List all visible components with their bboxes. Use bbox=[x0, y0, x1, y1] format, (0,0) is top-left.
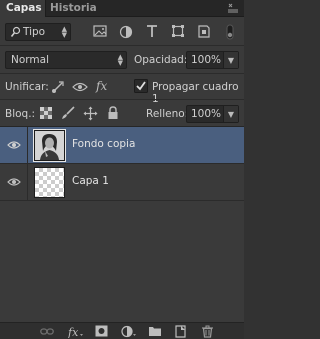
divider bbox=[0, 45, 244, 46]
lock-position-icon[interactable] bbox=[83, 106, 99, 122]
filter-row: Tipo ▲ ▼ bbox=[0, 22, 244, 42]
layer-row[interactable]: Fondo copia bbox=[0, 127, 244, 164]
filter-toggle-icon[interactable] bbox=[224, 24, 240, 40]
filter-kind-value: Tipo bbox=[23, 26, 46, 38]
divider bbox=[0, 99, 244, 100]
blend-mode-value: Normal bbox=[11, 54, 49, 66]
layer-name[interactable]: Fondo copia bbox=[72, 138, 135, 150]
opacity-value: 100% bbox=[191, 54, 222, 66]
svg-text:fx: fx bbox=[95, 79, 107, 93]
fill-value: 100% bbox=[191, 108, 222, 120]
shape-layer-filter-icon[interactable] bbox=[171, 24, 187, 40]
eye-icon bbox=[7, 138, 21, 152]
fill-dropdown-button[interactable]: ▼ bbox=[223, 106, 238, 122]
propagate-frame-checkbox[interactable] bbox=[134, 79, 150, 95]
opacity-label: Opacidad: bbox=[134, 54, 188, 66]
lock-label: Bloq.: bbox=[5, 108, 36, 120]
fill-label: Relleno: bbox=[146, 108, 189, 120]
propagate-frame-label: Propagar cuadro 1 bbox=[152, 81, 239, 105]
layers-list: Fondo copia Capa 1 bbox=[0, 126, 244, 324]
lock-transparent-pixels-icon[interactable] bbox=[40, 107, 56, 123]
tab-layers[interactable]: Capas bbox=[0, 0, 46, 17]
lock-row: Bloq.: Relleno: 100% ▼ bbox=[0, 104, 244, 124]
divider bbox=[0, 73, 244, 74]
unify-style-fx-icon[interactable]: fx bbox=[95, 78, 111, 94]
search-icon bbox=[10, 26, 21, 41]
visibility-toggle[interactable] bbox=[0, 164, 28, 201]
new-group-folder-icon[interactable] bbox=[148, 325, 161, 338]
add-layer-mask-icon[interactable] bbox=[95, 325, 108, 338]
fill-input[interactable]: 100% ▼ bbox=[186, 105, 239, 123]
layer-name[interactable]: Capa 1 bbox=[72, 175, 109, 187]
panel-menu-icon[interactable] bbox=[226, 1, 240, 15]
lock-image-pixels-icon[interactable] bbox=[61, 106, 77, 122]
layers-panel-body: Tipo ▲ ▼ Normal ▲ ▼ Opacidad: 100% ▼ Uni… bbox=[0, 17, 244, 339]
opacity-dropdown-button[interactable]: ▼ bbox=[223, 52, 238, 68]
type-layer-filter-icon[interactable] bbox=[145, 24, 161, 40]
blend-row: Normal ▲ ▼ Opacidad: 100% ▼ bbox=[0, 50, 244, 70]
new-adjustment-layer-icon[interactable] bbox=[121, 325, 136, 338]
opacity-input[interactable]: 100% ▼ bbox=[186, 51, 239, 69]
eye-icon bbox=[7, 175, 21, 189]
updown-arrows-icon: ▲ ▼ bbox=[61, 25, 67, 39]
layers-footer-toolbar: fx bbox=[0, 322, 244, 339]
tab-history[interactable]: Historia bbox=[50, 0, 97, 17]
updown-arrows-icon: ▲ ▼ bbox=[117, 53, 123, 67]
panel-tab-bar: Capas Historia bbox=[0, 0, 244, 17]
new-layer-icon[interactable] bbox=[174, 325, 187, 338]
link-layers-icon[interactable] bbox=[40, 325, 54, 338]
portrait-thumbnail-image bbox=[35, 131, 64, 160]
layer-thumbnail bbox=[33, 129, 66, 162]
layer-thumbnail bbox=[34, 167, 65, 198]
adjustment-layer-filter-icon[interactable] bbox=[119, 25, 135, 41]
delete-layer-trash-icon[interactable] bbox=[201, 325, 214, 338]
smart-object-filter-icon[interactable] bbox=[197, 25, 213, 41]
blend-mode-select[interactable]: Normal ▲ ▼ bbox=[5, 51, 127, 69]
unify-visibility-icon[interactable] bbox=[72, 79, 88, 95]
layer-row[interactable]: Capa 1 bbox=[0, 164, 244, 201]
unify-label: Unificar: bbox=[5, 81, 49, 93]
unify-row: Unificar: fx Propagar cuadro 1 bbox=[0, 76, 244, 105]
visibility-toggle[interactable] bbox=[0, 127, 28, 164]
lock-all-icon[interactable] bbox=[107, 106, 123, 122]
filter-kind-select[interactable]: Tipo ▲ ▼ bbox=[5, 23, 71, 41]
layer-style-fx-icon[interactable]: fx bbox=[67, 325, 83, 339]
unify-position-icon[interactable] bbox=[50, 79, 66, 95]
pixel-layer-filter-icon[interactable] bbox=[93, 25, 109, 41]
svg-text:fx: fx bbox=[68, 326, 79, 338]
